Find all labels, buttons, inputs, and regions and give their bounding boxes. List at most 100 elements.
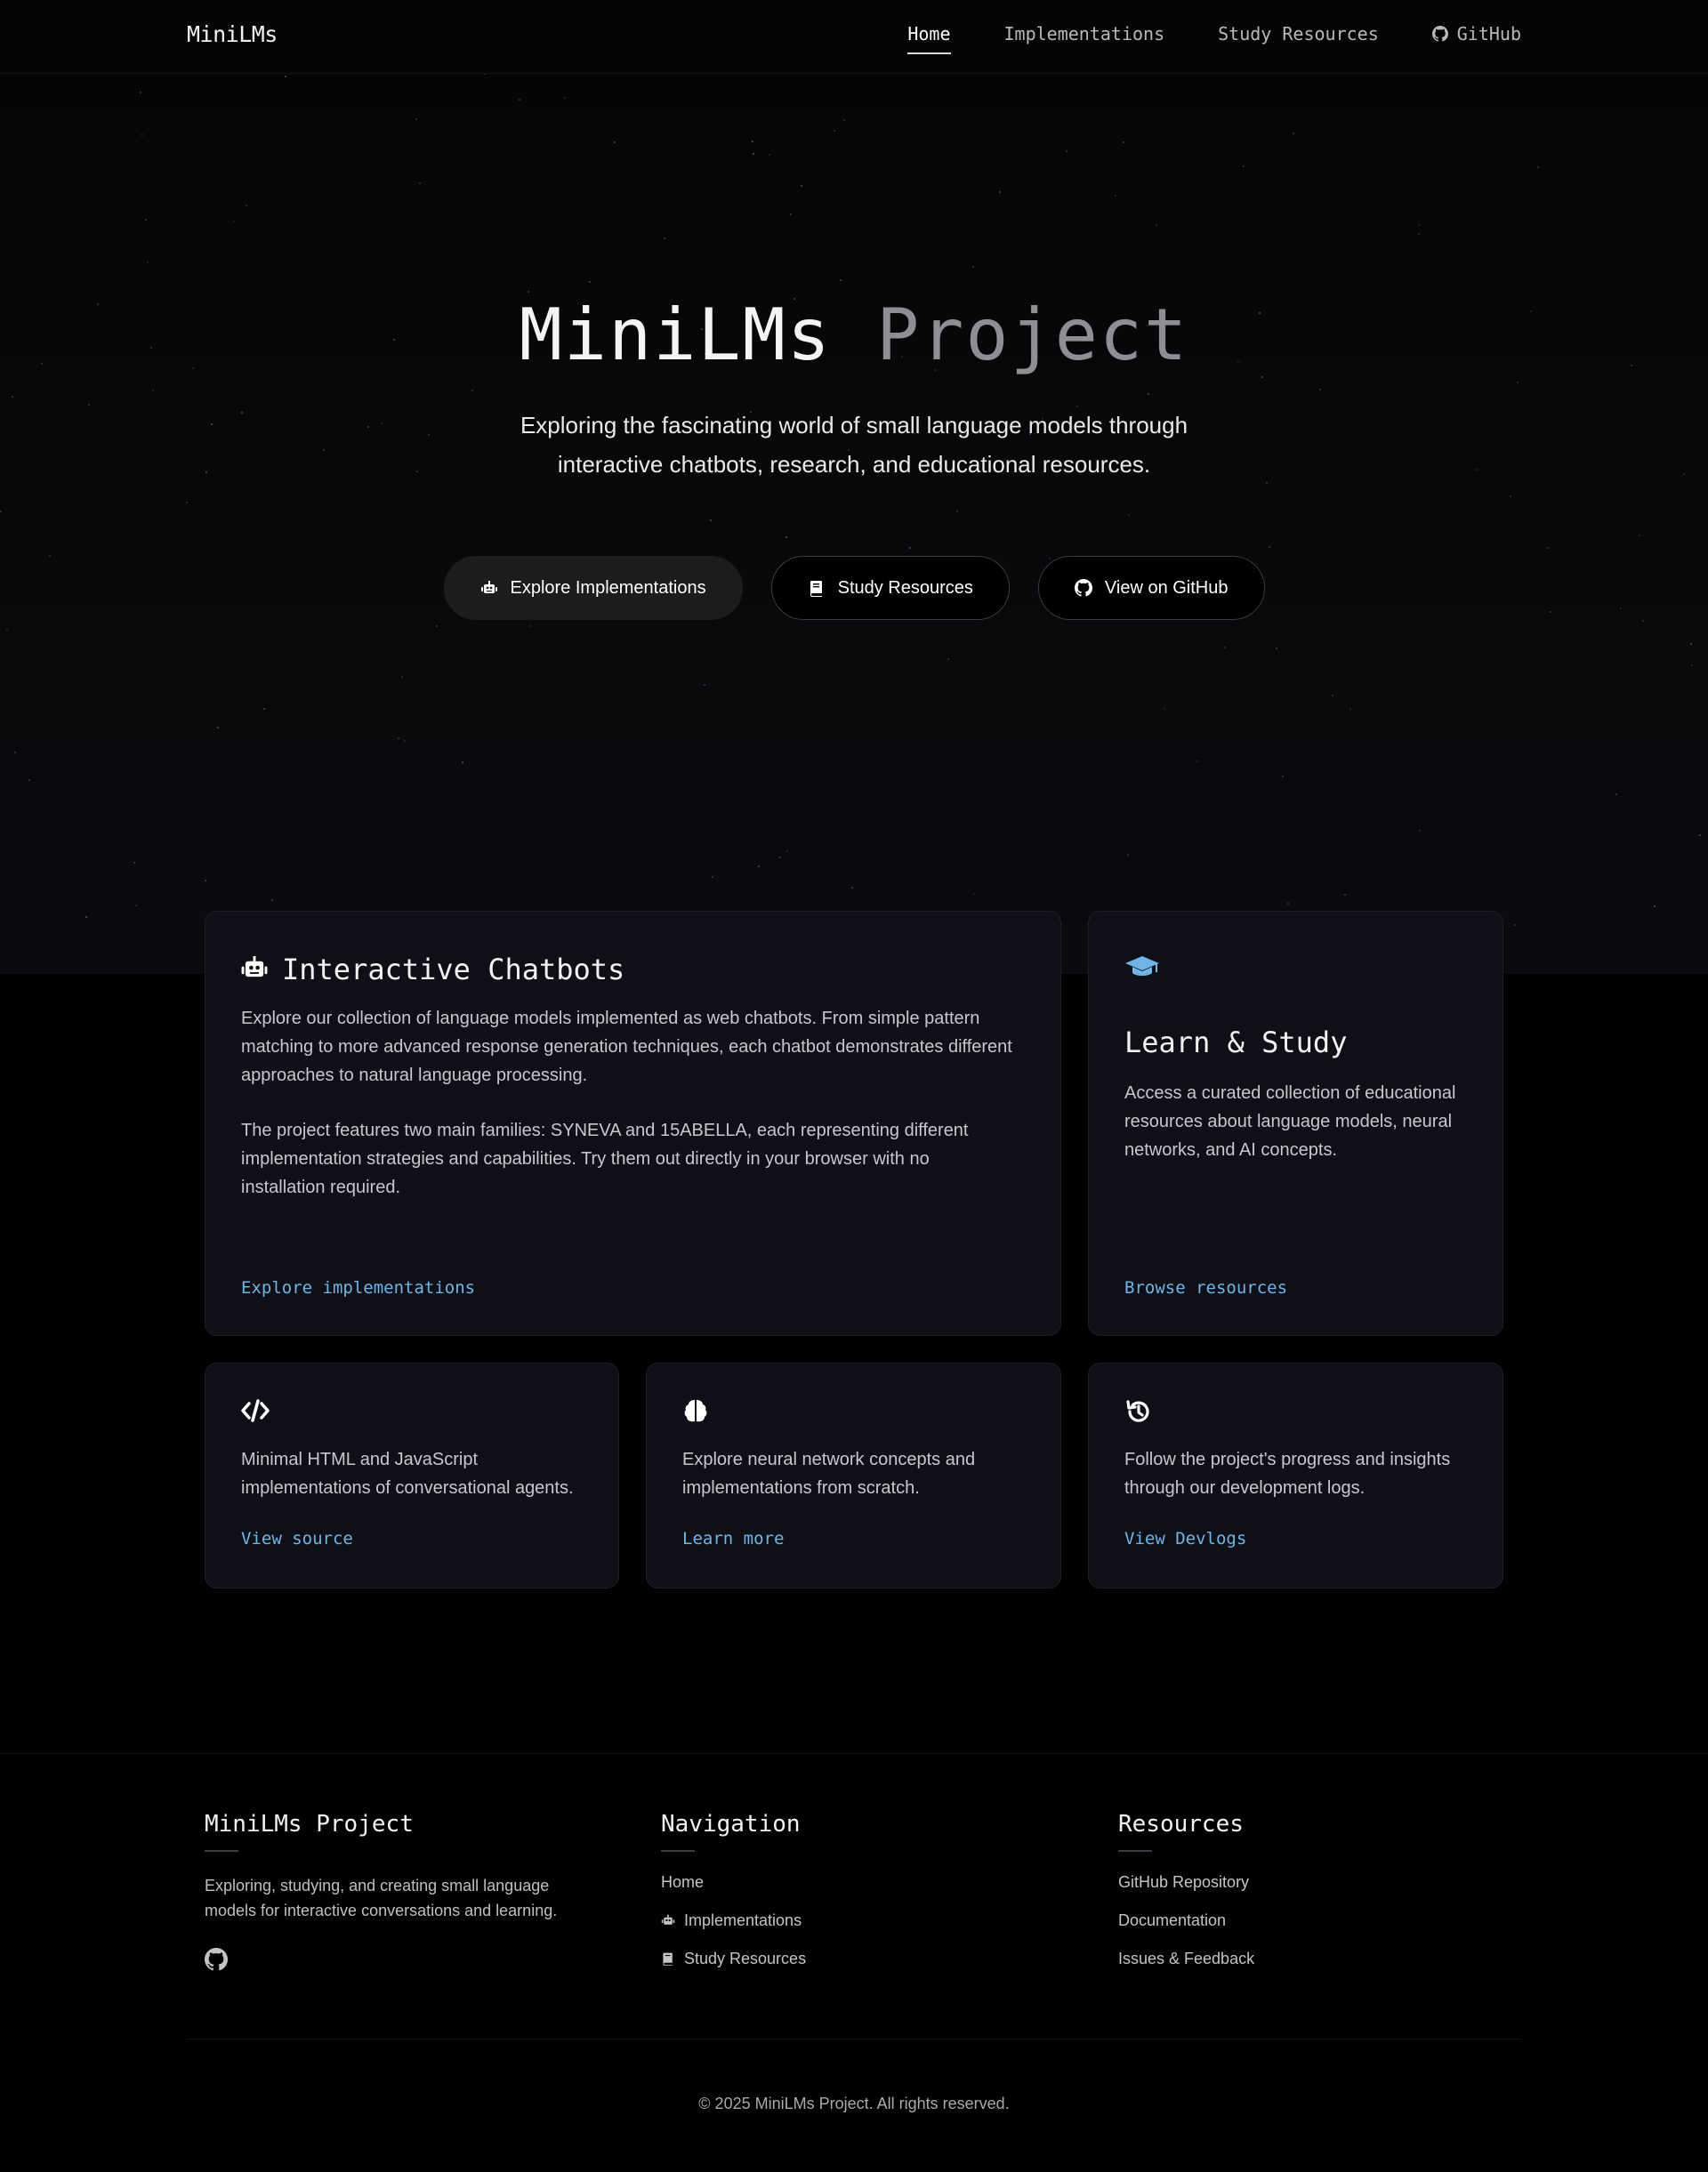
star-dot bbox=[786, 850, 788, 852]
footer-nav-home[interactable]: Home bbox=[661, 1873, 806, 1911]
learn-more-link[interactable]: Learn more bbox=[682, 1529, 784, 1549]
star-dot bbox=[1282, 776, 1284, 777]
star-dot bbox=[1683, 473, 1685, 475]
chatbots-card-title-row: Interactive Chatbots bbox=[241, 953, 624, 986]
star-dot bbox=[211, 423, 213, 425]
star-dot bbox=[1419, 830, 1421, 832]
footer-about: MiniLMs Project Exploring, studying, and… bbox=[205, 1811, 569, 1971]
star-dot bbox=[753, 153, 754, 155]
star-dot bbox=[1615, 793, 1617, 795]
star-dot bbox=[589, 281, 591, 283]
star-dot bbox=[1287, 903, 1289, 905]
star-dot bbox=[1128, 514, 1130, 516]
browse-resources-link[interactable]: Browse resources bbox=[1124, 1278, 1287, 1298]
footer-nav-implementations[interactable]: Implementations bbox=[661, 1911, 806, 1950]
star-dot bbox=[956, 511, 958, 512]
explore-implementations-link[interactable]: Explore implementations bbox=[241, 1278, 475, 1298]
star-dot bbox=[1319, 389, 1321, 390]
star-dot bbox=[6, 629, 8, 631]
star-dot bbox=[1243, 165, 1245, 167]
star-dot bbox=[145, 219, 147, 221]
star-dot bbox=[1066, 150, 1068, 152]
footer-navigation: Navigation Home Implementations Study Re… bbox=[661, 1811, 806, 1988]
star-dot bbox=[1344, 894, 1346, 896]
robot-icon bbox=[241, 953, 268, 986]
nav-link-home[interactable]: Home bbox=[907, 23, 951, 54]
footer-divider bbox=[205, 1850, 238, 1852]
star-dot bbox=[1164, 708, 1165, 710]
footer-nav-study-resources[interactable]: Study Resources bbox=[661, 1950, 806, 1988]
footer-about-text: Exploring, studying, and creating small … bbox=[205, 1877, 558, 1919]
star-dot bbox=[1266, 482, 1268, 484]
star-dot bbox=[271, 899, 273, 901]
star-dot bbox=[140, 92, 141, 93]
footer-github-link[interactable] bbox=[205, 1948, 228, 1971]
view-source-link[interactable]: View source bbox=[241, 1529, 353, 1549]
star-dot bbox=[786, 536, 787, 538]
star-dot bbox=[528, 291, 529, 293]
star-dot bbox=[1115, 195, 1116, 197]
star-dot bbox=[404, 740, 406, 742]
star-dot bbox=[1349, 708, 1351, 710]
footer-documentation-link[interactable]: Documentation bbox=[1118, 1911, 1254, 1950]
star-dot bbox=[436, 625, 438, 627]
study-resources-button[interactable]: Study Resources bbox=[770, 556, 1010, 620]
footer-resources: Resources GitHub Repository Documentatio… bbox=[1118, 1811, 1254, 1988]
star-dot bbox=[428, 434, 430, 436]
footer-navigation-title: Navigation bbox=[661, 1811, 801, 1838]
star-dot bbox=[1514, 924, 1516, 926]
star-dot bbox=[12, 396, 13, 398]
star-dot bbox=[1418, 224, 1420, 226]
footer-github-repository-link[interactable]: GitHub Repository bbox=[1118, 1873, 1254, 1911]
devlogs-card: Follow the project's progress and insigh… bbox=[1088, 1363, 1503, 1589]
footer-nav-implementations-label: Implementations bbox=[684, 1911, 802, 1929]
brand-logo[interactable]: MiniLMs bbox=[187, 21, 278, 47]
star-dot bbox=[801, 185, 802, 187]
footer-issues-feedback-link[interactable]: Issues & Feedback bbox=[1118, 1950, 1254, 1988]
footer: MiniLMs Project Exploring, studying, and… bbox=[0, 1753, 1708, 2172]
star-dot bbox=[416, 471, 418, 472]
star-dot bbox=[28, 779, 30, 781]
star-dot bbox=[710, 519, 712, 521]
star-dot bbox=[1547, 547, 1549, 549]
star-dot bbox=[1261, 376, 1263, 378]
star-dot bbox=[1510, 495, 1511, 497]
starfield-background bbox=[0, 73, 1708, 974]
star-dot bbox=[947, 658, 949, 660]
star-dot bbox=[528, 625, 530, 627]
hero-section: MiniLMs Project Exploring the fascinatin… bbox=[0, 73, 1708, 974]
star-dot bbox=[664, 237, 665, 239]
graduation-cap-icon bbox=[1124, 954, 1160, 984]
star-dot bbox=[1642, 620, 1644, 622]
star-dot bbox=[1148, 393, 1149, 395]
star-dot bbox=[85, 916, 87, 918]
star-dot bbox=[843, 119, 845, 121]
history-icon bbox=[1124, 1397, 1153, 1430]
star-dot bbox=[246, 205, 247, 206]
explore-implementations-button[interactable]: Explore Implementations bbox=[443, 556, 743, 620]
robot-icon bbox=[480, 581, 497, 593]
star-dot bbox=[1196, 760, 1198, 762]
star-dot bbox=[1475, 469, 1477, 471]
star-dot bbox=[840, 279, 842, 281]
nav-link-implementations[interactable]: Implementations bbox=[1004, 23, 1165, 44]
nav-link-study-resources[interactable]: Study Resources bbox=[1218, 23, 1379, 44]
star-dot bbox=[1418, 233, 1420, 235]
top-navbar: MiniLMs Home Implementations Study Resou… bbox=[0, 0, 1708, 74]
star-dot bbox=[205, 471, 207, 473]
star-dot bbox=[614, 141, 616, 143]
nav-link-github[interactable]: GitHub bbox=[1431, 23, 1521, 44]
code-card: Minimal HTML and JavaScript implementati… bbox=[205, 1363, 619, 1589]
star-dot bbox=[999, 191, 1001, 193]
github-icon bbox=[1431, 26, 1448, 42]
star-dot bbox=[1123, 141, 1124, 143]
code-icon bbox=[241, 1399, 270, 1427]
footer-divider bbox=[661, 1850, 695, 1852]
explore-implementations-label: Explore Implementations bbox=[510, 577, 706, 598]
star-dot bbox=[1699, 834, 1701, 836]
star-dot bbox=[758, 865, 760, 867]
star-dot bbox=[851, 887, 853, 889]
chatbots-paragraph-1: Explore our collection of language model… bbox=[241, 1009, 1012, 1085]
view-on-github-button[interactable]: View on GitHub bbox=[1037, 556, 1265, 620]
view-devlogs-link[interactable]: View Devlogs bbox=[1124, 1529, 1246, 1549]
